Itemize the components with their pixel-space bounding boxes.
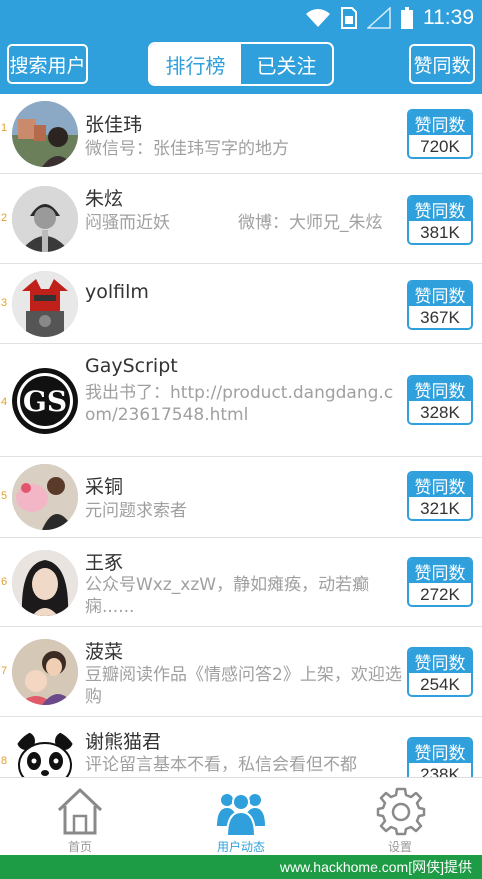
user-description: 豆瓣阅读作品《情感问答2》上架，欢迎选购 <box>85 665 402 707</box>
nav-settings-label: 设置 <box>387 840 412 854</box>
likes-label: 赞同数 <box>409 197 471 222</box>
likes-label: 赞同数 <box>409 559 471 584</box>
wifi-icon <box>306 9 330 27</box>
likes-count: 254K <box>420 675 460 694</box>
tab-ranking[interactable]: 排行榜 <box>150 44 241 84</box>
user-description: 我出书了：http://product.dangdang.com/2361754… <box>85 383 394 425</box>
likes-count: 272K <box>420 585 460 604</box>
gs-logo-avatar-icon[interactable]: GS <box>12 368 78 434</box>
user-description: 微信号：张佳玮写字的地方 <box>85 139 289 159</box>
likes-label: 赞同数 <box>409 111 471 136</box>
list-item[interactable]: 3 yolfilm 赞同数 367K <box>0 264 482 344</box>
list-item[interactable]: 4 GS GayScript 我出书了：http://product.dangd… <box>0 344 482 457</box>
nav-user-activity-label: 用户动态 <box>216 840 265 854</box>
rank-number: 6 <box>1 576 8 588</box>
nav-home[interactable]: 首页 <box>20 778 140 856</box>
user-description: 元问题求索者 <box>85 501 187 521</box>
user-name[interactable]: 王豖 <box>85 548 123 575</box>
list-item[interactable]: 8 谢熊猫君 评论留言基本不看，私信会看但不都 赞同数 238K <box>0 717 482 777</box>
likes-label: 赞同数 <box>409 649 471 674</box>
robot-avatar-icon[interactable] <box>12 271 78 337</box>
nav-home-label: 首页 <box>67 840 92 854</box>
bottom-navigation: 首页 用户动态 设置 <box>0 777 482 855</box>
signal-icon <box>367 7 391 29</box>
gear-icon <box>376 787 426 836</box>
sort-by-likes-button[interactable]: 赞同数 <box>409 44 475 84</box>
panda-avatar-icon[interactable] <box>12 729 78 777</box>
sim-card-icon <box>341 7 357 29</box>
likes-badge: 赞同数 367K <box>407 280 473 330</box>
user-name[interactable]: 菠菜 <box>85 637 123 664</box>
likes-count: 238K <box>420 765 460 777</box>
likes-badge: 赞同数 720K <box>407 109 473 159</box>
likes-badge: 赞同数 381K <box>407 195 473 245</box>
user-name[interactable]: 朱炫 <box>85 184 123 211</box>
status-time: 11:39 <box>423 6 474 29</box>
rank-number: 4 <box>1 396 8 408</box>
home-icon <box>57 788 103 835</box>
likes-count: 720K <box>420 137 460 156</box>
likes-count: 328K <box>420 403 460 422</box>
user-description: 闷骚而近妖 微博：大师兄_朱炫 <box>85 213 383 233</box>
user-ranking-list: 1 张佳玮 微信号：张佳玮写字的地方 赞同数 720K 2 朱炫 闷骚而近妖 微… <box>0 94 482 777</box>
rank-number: 8 <box>1 755 8 767</box>
user-name[interactable]: 谢熊猫君 <box>85 727 161 754</box>
photo-avatar-icon[interactable] <box>12 639 78 705</box>
likes-label: 赞同数 <box>409 739 471 764</box>
photo-avatar-icon[interactable] <box>12 550 78 616</box>
user-description: 公众号Wxz_xzW，静如瘫痪，动若癫痫...... <box>85 575 370 617</box>
likes-badge: 赞同数 272K <box>407 557 473 607</box>
likes-label: 赞同数 <box>409 282 471 307</box>
rank-number: 1 <box>1 122 8 134</box>
status-icons: 11:39 <box>305 4 474 32</box>
user-name[interactable]: 张佳玮 <box>85 110 142 137</box>
user-description: 评论留言基本不看，私信会看但不都 <box>85 755 357 775</box>
likes-badge: 赞同数 328K <box>407 375 473 425</box>
tab-switcher: 排行榜 已关注 <box>148 42 334 86</box>
list-item[interactable]: 2 朱炫 闷骚而近妖 微博：大师兄_朱炫 赞同数 381K <box>0 174 482 264</box>
likes-count: 321K <box>420 499 460 518</box>
photo-avatar-icon[interactable] <box>12 186 78 252</box>
rank-number: 2 <box>1 212 8 224</box>
likes-badge: 赞同数 238K <box>407 737 473 777</box>
likes-badge: 赞同数 254K <box>407 647 473 697</box>
list-item[interactable]: 1 张佳玮 微信号：张佳玮写字的地方 赞同数 720K <box>0 94 482 174</box>
status-bar: 11:39 <box>0 0 482 36</box>
user-name[interactable]: 采铜 <box>85 472 123 499</box>
likes-badge: 赞同数 321K <box>407 471 473 521</box>
rank-number: 3 <box>1 297 8 309</box>
likes-count: 367K <box>420 308 460 327</box>
user-name[interactable]: yolfilm <box>85 281 149 303</box>
battery-icon <box>401 7 413 29</box>
header-bar: 搜索用户 排行榜 已关注 赞同数 <box>0 36 482 94</box>
likes-count: 381K <box>420 223 460 242</box>
nav-user-activity[interactable]: 用户动态 <box>181 778 301 856</box>
photo-avatar-icon[interactable] <box>12 101 78 167</box>
rank-number: 5 <box>1 490 8 502</box>
rank-number: 7 <box>1 665 8 677</box>
list-item[interactable]: 7 菠菜 豆瓣阅读作品《情感问答2》上架，欢迎选购 赞同数 254K <box>0 627 482 717</box>
search-user-button[interactable]: 搜索用户 <box>7 44 88 84</box>
photo-avatar-icon[interactable] <box>12 464 78 530</box>
svg-text:GS: GS <box>23 385 67 418</box>
watermark-text: www.hackhome.com[网侠]提供 <box>279 859 472 875</box>
user-name[interactable]: GayScript <box>85 355 178 377</box>
likes-label: 赞同数 <box>409 377 471 402</box>
watermark-bar: www.hackhome.com[网侠]提供 <box>0 855 482 879</box>
list-item[interactable]: 6 王豖 公众号Wxz_xzW，静如瘫痪，动若癫痫...... 赞同数 272K <box>0 538 482 627</box>
tab-following[interactable]: 已关注 <box>241 44 332 84</box>
users-icon <box>217 793 265 836</box>
nav-settings[interactable]: 设置 <box>340 778 460 856</box>
likes-label: 赞同数 <box>409 473 471 498</box>
list-item[interactable]: 5 采铜 元问题求索者 赞同数 321K <box>0 457 482 538</box>
